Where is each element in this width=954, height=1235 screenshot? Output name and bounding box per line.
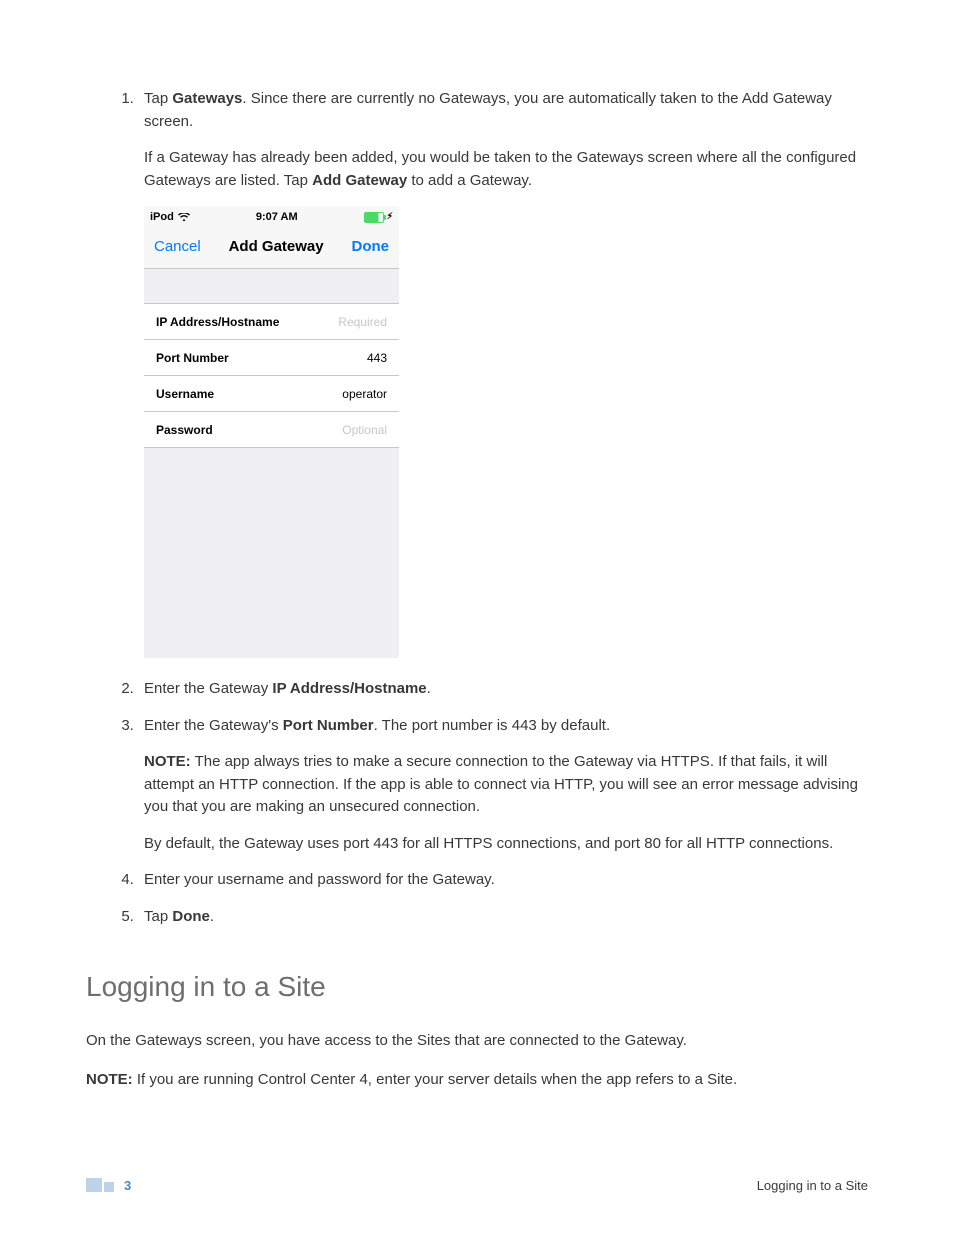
bold-done: Done [172,908,210,925]
charging-icon: ⚡︎ [387,210,393,224]
step-3-note: NOTE: The app always tries to make a sec… [144,751,868,819]
bold-ip-hostname: IP Address/Hostname [272,680,426,697]
field-username-value: operator [342,385,387,403]
status-right: ⚡︎ [364,210,393,224]
field-password-label: Password [156,421,213,439]
text: . [427,680,431,697]
text: to add a Gateway. [407,172,532,189]
footer-section-title: Logging in to a Site [757,1176,868,1196]
phone-screenshot: iPod 9:07 AM ⚡︎ Cancel [144,206,399,658]
field-port-value: 443 [367,349,387,367]
note-label: NOTE: [144,753,191,770]
text: Tap [144,908,172,925]
step-4: Enter your username and password for the… [138,869,868,892]
status-left: iPod [150,209,190,226]
field-ip-placeholder: Required [338,313,387,331]
done-button[interactable]: Done [351,236,389,259]
section-note: NOTE: If you are running Control Center … [86,1069,868,1092]
note-text: If you are running Control Center 4, ent… [133,1071,738,1088]
nav-bar: Cancel Add Gateway Done [144,226,399,269]
form-spacer [144,269,399,303]
bold-port-number: Port Number [283,717,374,734]
bold-add-gateway: Add Gateway [312,172,407,189]
field-port[interactable]: Port Number 443 [144,340,399,376]
section-paragraph-1: On the Gateways screen, you have access … [86,1030,868,1053]
text: Enter the Gateway [144,680,272,697]
note-text: The app always tries to make a secure co… [144,753,858,815]
step-1-text: Tap Gateways. Since there are currently … [144,88,868,133]
field-username[interactable]: Username operator [144,376,399,412]
step-3-text: Enter the Gateway's Port Number. The por… [144,715,868,738]
text: Enter the Gateway's [144,717,283,734]
cancel-button[interactable]: Cancel [154,236,201,259]
gateway-form: IP Address/Hostname Required Port Number… [144,303,399,448]
footer-logo-icon [86,1178,114,1192]
note-label: NOTE: [86,1071,133,1088]
field-password-placeholder: Optional [342,421,387,439]
page-footer: 3 Logging in to a Site [86,1176,868,1196]
text: . The port number is 443 by default. [374,717,611,734]
bold-gateways: Gateways [172,90,242,107]
footer-left: 3 [86,1176,131,1196]
section-heading-logging-in: Logging in to a Site [86,966,868,1008]
carrier-label: iPod [150,209,174,226]
field-ip-label: IP Address/Hostname [156,313,279,331]
step-1: Tap Gateways. Since there are currently … [138,88,868,658]
field-port-label: Port Number [156,349,229,367]
step-5: Tap Done. [138,906,868,929]
step-1-text-b: If a Gateway has already been added, you… [144,147,868,192]
step-3: Enter the Gateway's Port Number. The por… [138,715,868,856]
step-3-text-b: By default, the Gateway uses port 443 fo… [144,833,868,856]
document-page: Tap Gateways. Since there are currently … [0,0,954,1235]
wifi-icon [178,213,190,222]
field-username-label: Username [156,385,214,403]
battery-icon [364,212,384,223]
text: Tap [144,90,172,107]
field-password[interactable]: Password Optional [144,412,399,447]
ordered-steps-list: Tap Gateways. Since there are currently … [86,88,868,928]
step-2: Enter the Gateway IP Address/Hostname. [138,678,868,701]
status-bar: iPod 9:07 AM ⚡︎ [144,206,399,226]
text: . Since there are currently no Gateways,… [144,90,832,130]
nav-title: Add Gateway [229,236,324,259]
page-number: 3 [124,1176,131,1196]
status-time: 9:07 AM [256,209,298,226]
text: . [210,908,214,925]
field-ip[interactable]: IP Address/Hostname Required [144,304,399,340]
text: Enter your username and password for the… [144,871,495,888]
